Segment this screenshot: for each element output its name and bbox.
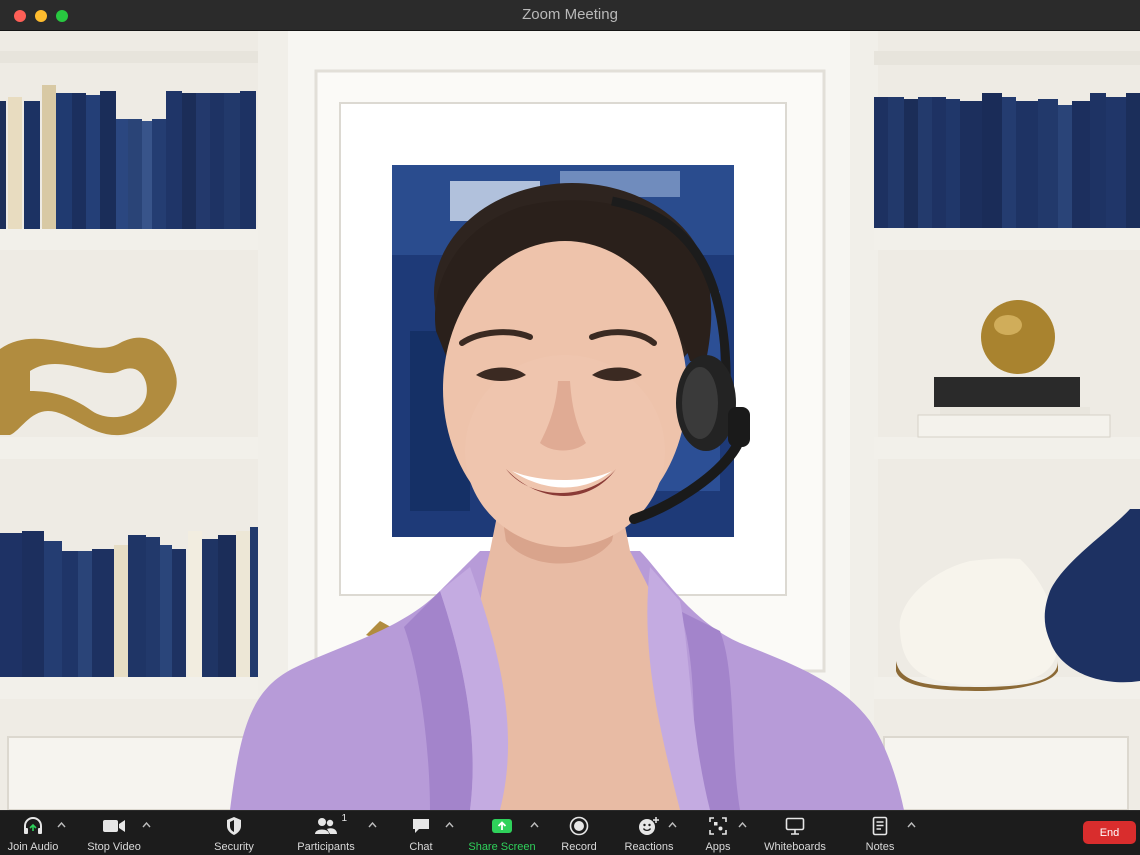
notes-label: Notes [865,841,895,853]
share-screen-label: Share Screen [468,841,536,853]
record-button[interactable]: Record [558,811,600,855]
participant-video-image [0,31,1140,810]
whiteboards-button[interactable]: Whiteboards [762,811,828,855]
reactions-button[interactable]: Reactions [624,811,674,855]
stop-video-button[interactable]: Stop Video [84,811,144,855]
notes-icon [872,814,888,838]
chevron-up-icon [56,822,66,828]
chat-button[interactable]: Chat [402,811,440,855]
apps-grid-icon [709,814,727,838]
chevron-up-icon [906,822,916,828]
chevron-up-icon [737,822,747,828]
join-audio-button[interactable]: Join Audio [2,811,64,855]
security-label: Security [214,841,254,853]
share-arrow-icon [491,814,513,838]
participants-options-caret[interactable] [366,819,378,831]
chat-bubble-icon [411,814,431,838]
share-screen-options-caret[interactable] [528,819,540,831]
join-audio-options-caret[interactable] [55,819,67,831]
record-label: Record [561,841,597,853]
notes-button[interactable]: Notes [862,811,898,855]
join-audio-label: Join Audio [7,841,59,853]
video-feed[interactable] [0,31,1140,810]
security-button[interactable]: Security [210,811,258,855]
headphones-icon [22,814,44,838]
reactions-options-caret[interactable] [666,819,678,831]
participants-count-badge: 1 [341,813,347,824]
chevron-up-icon [529,822,539,828]
apps-button[interactable]: Apps [700,811,736,855]
shield-icon [225,814,243,838]
participants-button[interactable]: 1 Participants [296,811,356,855]
chevron-up-icon [367,822,377,828]
chevron-up-icon [444,822,454,828]
apps-options-caret[interactable] [736,819,748,831]
video-camera-icon [102,814,126,838]
meeting-toolbar: Join Audio Stop Video Security 1 Partici… [0,810,1140,855]
chat-options-caret[interactable] [443,819,455,831]
people-icon: 1 [314,813,347,838]
whiteboard-icon [785,814,805,838]
chevron-up-icon [667,822,677,828]
whiteboards-label: Whiteboards [764,841,826,853]
share-screen-button[interactable]: Share Screen [468,811,536,855]
video-options-caret[interactable] [140,819,152,831]
window-title: Zoom Meeting [522,6,618,23]
reactions-label: Reactions [624,841,674,853]
participants-label: Participants [297,841,355,853]
chat-label: Chat [409,841,433,853]
end-meeting-button[interactable]: End [1083,821,1136,844]
notes-options-caret[interactable] [905,819,917,831]
smiley-plus-icon [638,814,660,838]
chevron-up-icon [141,822,151,828]
stop-video-label: Stop Video [87,841,141,853]
record-circle-icon [569,814,589,838]
apps-label: Apps [705,841,731,853]
title-bar: Zoom Meeting [0,0,1140,31]
